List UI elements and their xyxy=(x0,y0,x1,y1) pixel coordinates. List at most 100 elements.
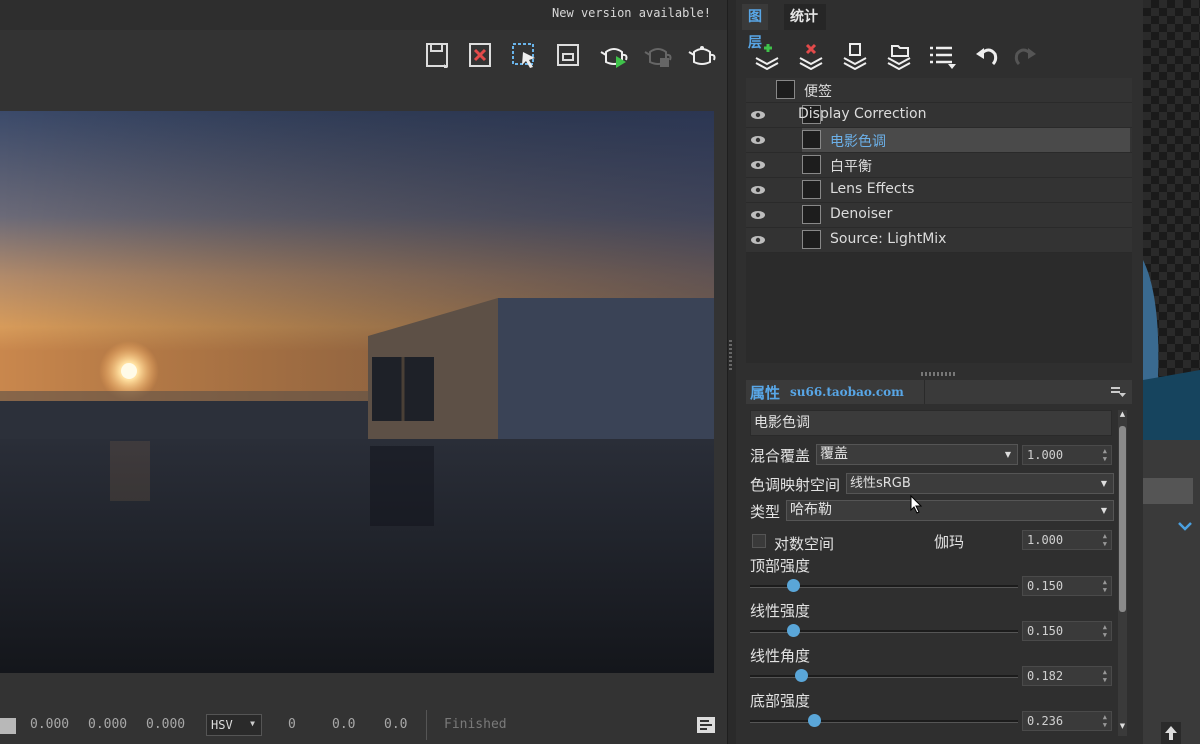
stop-render-button[interactable] xyxy=(641,38,675,72)
visibility-eye-icon[interactable] xyxy=(750,233,766,247)
slider-value-input[interactable]: 0.150 ▲ ▼ xyxy=(1022,576,1112,596)
layer-row[interactable]: Lens Effects xyxy=(746,178,1132,203)
properties-title: 属性 xyxy=(750,384,781,402)
visibility-eye-icon[interactable] xyxy=(750,158,766,172)
clear-image-icon xyxy=(469,43,491,67)
chevron-down-icon: ▼ xyxy=(1100,479,1107,488)
color-mode-select[interactable]: HSV ▼ xyxy=(206,714,262,736)
visibility-eye-icon[interactable] xyxy=(750,183,766,197)
blend-amount-value: 1.000 xyxy=(1027,448,1064,462)
scroll-thumb[interactable] xyxy=(1119,426,1126,612)
layer-label: Denoiser xyxy=(830,206,893,222)
clear-image-button[interactable] xyxy=(463,38,497,72)
slider[interactable] xyxy=(750,624,1018,638)
visibility-eye-icon[interactable] xyxy=(750,108,766,122)
spinner-arrows-icon[interactable]: ▲ ▼ xyxy=(1103,578,1107,594)
render-button[interactable] xyxy=(685,38,719,72)
layer-label: 白平衡 xyxy=(830,159,872,175)
region-render-button[interactable] xyxy=(507,38,541,72)
panel-splitter[interactable] xyxy=(727,0,736,744)
start-interactive-render-button[interactable] xyxy=(597,38,631,72)
slider-value: 0.236 xyxy=(1027,714,1064,728)
region-select-icon xyxy=(512,43,535,68)
pixel-g-value: 0.000 xyxy=(88,717,128,732)
properties-menu-button[interactable] xyxy=(1110,384,1126,398)
gamma-input[interactable]: 1.000 ▲ ▼ xyxy=(1022,530,1112,550)
slider-value-input[interactable]: 0.182 ▲ ▼ xyxy=(1022,666,1112,686)
layer-row[interactable]: Denoiser xyxy=(746,203,1132,228)
lightmix-bulb-icon xyxy=(802,230,821,249)
create-layer-button[interactable] xyxy=(750,40,784,72)
slider-knob[interactable] xyxy=(808,714,822,727)
splitter-grip[interactable] xyxy=(729,340,732,370)
slider-value-input[interactable]: 0.150 ▲ ▼ xyxy=(1022,621,1112,641)
scroll-down-icon[interactable]: ▼ xyxy=(1118,722,1127,734)
tonemap-space-value: 线性sRGB xyxy=(850,476,911,491)
layer-label: 便签 xyxy=(804,84,832,100)
chevron-down-icon: ▼ xyxy=(1100,506,1107,515)
vfb-toolbar xyxy=(0,30,727,80)
slider[interactable] xyxy=(750,714,1018,728)
layer-row[interactable]: Source: LightMix xyxy=(746,228,1132,253)
slider-knob[interactable] xyxy=(786,624,800,637)
color-mode-value: HSV xyxy=(211,718,233,732)
tab-layers[interactable]: 图层 xyxy=(742,4,768,51)
layer-presets-button[interactable] xyxy=(926,40,960,72)
slider-knob[interactable] xyxy=(786,579,800,592)
undo-button[interactable] xyxy=(970,40,1004,72)
layer-row[interactable]: 便签 xyxy=(746,78,1132,103)
slider-track[interactable] xyxy=(750,675,1018,678)
layer-row[interactable]: Display Correction xyxy=(746,103,1132,128)
render-viewport[interactable] xyxy=(0,111,714,673)
redo-button[interactable] xyxy=(1008,40,1042,72)
properties-header: 属性 su66.taobao.com xyxy=(746,380,1132,404)
log-button[interactable] xyxy=(696,716,716,734)
layer-row[interactable]: 电影色调 xyxy=(746,128,1132,153)
chevron-down-icon: ▼ xyxy=(250,719,255,728)
frame-icon xyxy=(557,44,579,66)
horizontal-splitter-grip[interactable] xyxy=(921,372,957,376)
visibility-eye-icon[interactable] xyxy=(750,208,766,222)
spinner-arrows-icon[interactable]: ▲ ▼ xyxy=(1103,623,1107,639)
teapot-icon xyxy=(688,46,716,65)
type-label: 类型 xyxy=(750,503,781,521)
log-icon xyxy=(697,717,715,733)
slider-value-input[interactable]: 0.236 ▲ ▼ xyxy=(1022,711,1112,731)
delete-layer-icon xyxy=(799,43,823,70)
slider-label: 底部强度 xyxy=(750,692,811,710)
scroll-up-icon[interactable]: ▲ xyxy=(1118,410,1127,422)
slider-knob[interactable] xyxy=(794,669,808,682)
tab-stats[interactable]: 统计 xyxy=(784,4,826,30)
status-divider xyxy=(426,710,427,740)
track-mouse-button[interactable] xyxy=(551,38,585,72)
slider-track[interactable] xyxy=(750,720,1018,723)
blend-mode-select[interactable]: 覆盖 ▼ xyxy=(816,444,1018,465)
new-version-notice[interactable]: New version available! xyxy=(552,6,711,20)
tonemap-space-select[interactable]: 线性sRGB ▼ xyxy=(846,473,1114,494)
layer-name-field[interactable]: 电影色调 xyxy=(750,410,1112,436)
slider-value: 0.182 xyxy=(1027,669,1064,683)
save-layers-button[interactable] xyxy=(838,40,872,72)
pixel-b-value: 0.000 xyxy=(146,717,186,732)
spinner-arrows-icon[interactable]: ▲ ▼ xyxy=(1103,532,1107,548)
blend-label: 混合覆盖 xyxy=(750,447,811,465)
mouse-cursor-icon xyxy=(910,495,923,514)
pixel-h-value: 0 xyxy=(288,717,296,732)
tonemap-type-select[interactable]: 哈布勒 ▼ xyxy=(786,500,1114,521)
log-space-checkbox[interactable] xyxy=(752,534,766,548)
blend-amount-input[interactable]: 1.000 ▲ ▼ xyxy=(1022,445,1112,465)
slider-value: 0.150 xyxy=(1027,579,1064,593)
save-image-button[interactable] xyxy=(420,38,454,72)
visibility-eye-icon[interactable] xyxy=(750,133,766,147)
slider[interactable] xyxy=(750,669,1018,683)
background-window-edge xyxy=(1143,0,1200,744)
delete-layer-button[interactable] xyxy=(794,40,828,72)
layer-row[interactable]: 白平衡 xyxy=(746,153,1132,178)
spinner-arrows-icon[interactable]: ▲ ▼ xyxy=(1103,447,1107,463)
spinner-arrows-icon[interactable]: ▲ ▼ xyxy=(1103,713,1107,729)
slider[interactable] xyxy=(750,579,1018,593)
tonemap-type-value: 哈布勒 xyxy=(790,502,832,518)
spinner-arrows-icon[interactable]: ▲ ▼ xyxy=(1103,668,1107,684)
properties-scrollbar[interactable]: ▲ ▼ xyxy=(1118,410,1127,736)
load-layers-button[interactable] xyxy=(882,40,916,72)
